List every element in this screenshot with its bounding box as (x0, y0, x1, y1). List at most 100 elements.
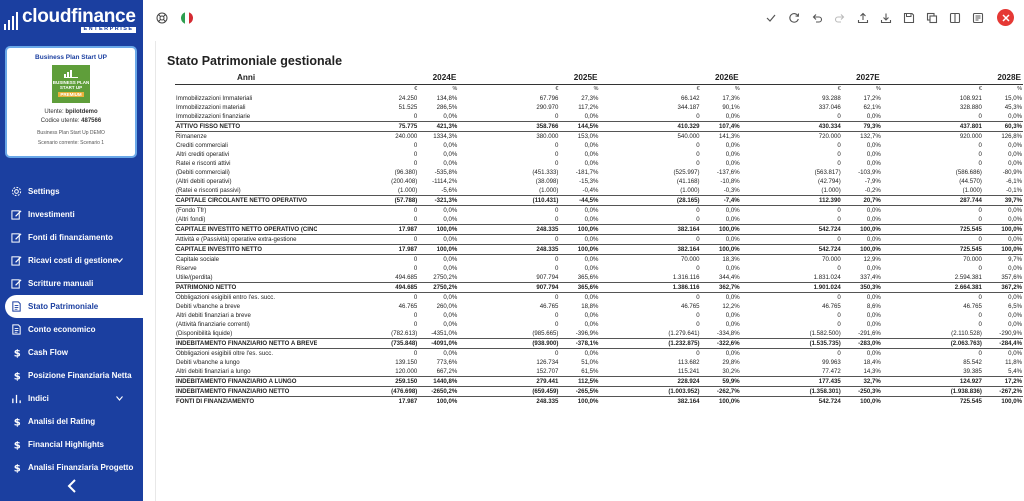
sidebar-item-fonti-di-finanziamento[interactable]: Fonti di finanziamento (0, 226, 143, 249)
upload-button[interactable] (856, 11, 870, 25)
confirm-button[interactable] (764, 11, 778, 25)
sidebar-item-indici[interactable]: Indici (0, 387, 143, 410)
value-cell: 1.316.116 (672, 274, 700, 281)
logo-subtitle: ENTERPRISE (81, 26, 136, 33)
value-cell: 0 (413, 151, 418, 158)
sidebar-item-conto-economico[interactable]: Conto economico (0, 318, 143, 341)
value-cell: 2.594.381 (954, 274, 982, 281)
value-cell: (57.788) (317, 195, 419, 206)
value-cell: 0 (555, 321, 559, 328)
table-row: Debiti v/banche a lungo 139.150 773,6% 126.… (175, 358, 1023, 367)
value-cell: 0 (413, 321, 418, 328)
percent-cell: 1440,8% (418, 376, 459, 387)
row-label: PATRIMONIO NETTO (175, 282, 318, 293)
percent-cell: 117,2% (578, 104, 599, 111)
sidebar-item-investimenti[interactable]: Investimenti (0, 203, 143, 226)
percent-cell: 30,2% (722, 368, 740, 375)
value-cell: 24.250 (398, 95, 418, 102)
collapse-sidebar-button[interactable] (0, 471, 143, 501)
redo-button[interactable] (833, 11, 847, 25)
table-row: Immobilizzazioni materiali 51.525 286,5% 29… (175, 103, 1023, 112)
percent-cell: 260,0% (436, 303, 458, 310)
value-cell: 337.046 (818, 104, 841, 111)
download-icon (880, 13, 892, 23)
percent-cell: 60,3% (982, 121, 1023, 132)
percent-cell: -137,6% (716, 169, 740, 176)
percent-cell: 0,0% (866, 142, 881, 149)
value-cell: 124.927 (881, 376, 983, 387)
percent-cell: 0,0% (725, 142, 740, 149)
table-row: Crediti commerciali 0 0,0% 0 0,0% 0 0,0% 0 0,0% 0… (175, 141, 1023, 150)
percent-cell: 141,3% (700, 131, 741, 141)
sidebar-item-settings[interactable]: Settings (0, 180, 143, 203)
percent-cell: 0,0% (559, 205, 600, 215)
edit-icon (10, 209, 22, 221)
table-body: Immobilizzazioni Immateriali 24.250 134,8%… (175, 94, 1023, 406)
percent-cell: 0,0% (866, 265, 881, 272)
percent-cell: 0,0% (1008, 113, 1022, 120)
sidebar-item-analisi-del-rating[interactable]: $ Analisi del Rating (0, 410, 143, 433)
sidebar-menu: Settings Investimenti Fonti di finanziamen… (0, 180, 143, 479)
value-cell: 0 (555, 265, 559, 272)
value-cell: 0 (413, 113, 418, 120)
percent-cell: 0,0% (841, 348, 882, 358)
percent-cell: -378,1% (559, 338, 600, 349)
row-label: Riserve (176, 265, 197, 272)
sidebar-item-posizione-finanziaria-netta[interactable]: $ Posizione Finanziaria Netta (0, 364, 143, 387)
percent-cell: 14,3% (863, 368, 881, 375)
download-button[interactable] (879, 11, 893, 25)
value-cell: 0 (317, 348, 419, 358)
report-button[interactable] (971, 11, 985, 25)
sidebar-item-label: Fonti di finanziamento (28, 233, 113, 242)
percent-cell: 18,3% (700, 254, 741, 264)
value-cell: 46.765 (539, 303, 559, 310)
row-label: INDEBITAMENTO FINANZIARIO A LUNGO (175, 376, 318, 387)
value-cell: 93.288 (822, 95, 841, 102)
percent-cell: -0,3% (723, 187, 740, 194)
value-cell: 540.000 (599, 131, 701, 141)
support-button[interactable] (155, 11, 169, 25)
app-root: cloudfinance ENTERPRISE Business Plan St… (0, 0, 1024, 501)
copy-button[interactable] (925, 11, 939, 25)
value-cell: 0 (458, 348, 560, 358)
user-label: Utente: (44, 109, 64, 115)
user-code: Codice utente: 487566 (7, 118, 135, 124)
row-label: Altri debiti finanziari a breve (176, 312, 251, 319)
save-button[interactable] (902, 11, 916, 25)
row-label: INDEBITAMENTO FINANZIARIO NETTO A BREVE (175, 338, 318, 349)
copy-icon (926, 12, 938, 23)
edit-icon (10, 232, 22, 244)
sidebar-item-cash-flow[interactable]: $ Cash Flow (0, 341, 143, 364)
split-view-button[interactable] (948, 11, 962, 25)
row-label: Ratei e risconti attivi (176, 160, 231, 167)
value-cell: (659.459) (458, 386, 560, 397)
row-label: (Altri debiti operativi) (176, 178, 232, 185)
percent-cell: 100,0% (418, 224, 459, 235)
percent-cell: -7,4% (700, 195, 741, 206)
logo[interactable]: cloudfinance ENTERPRISE (4, 6, 140, 34)
percent-cell: 15,0% (1004, 95, 1022, 102)
table-row: (Attività finanziarie correnti) 0 0,0% 0 0,0… (175, 320, 1023, 329)
sidebar-item-label: Ricavi costi di gestione (28, 256, 117, 265)
close-button[interactable] (997, 9, 1014, 26)
sidebar-item-stato-patrimoniale[interactable]: Stato Patrimoniale (5, 295, 143, 318)
percent-cell: 0,0% (418, 292, 459, 302)
percent-cell: 0,0% (559, 348, 600, 358)
value-cell: 382.164 (599, 224, 701, 235)
value-cell: 248.335 (458, 244, 560, 255)
percent-cell: 61,5% (581, 368, 599, 375)
value-cell: 2.664.381 (881, 282, 983, 293)
percent-cell: 0,0% (443, 265, 458, 272)
sidebar-item-ricavi-costi-di-gestione[interactable]: Ricavi costi di gestione (0, 249, 143, 272)
percent-cell: 0,0% (584, 113, 599, 120)
italian-flag-icon[interactable] (181, 12, 193, 24)
percent-cell: 12,2% (722, 303, 740, 310)
percent-cell: 29,8% (722, 359, 740, 366)
refresh-button[interactable] (787, 11, 801, 25)
undo-button[interactable] (810, 11, 824, 25)
percent-cell: 8,6% (866, 303, 881, 310)
percent-cell: -334,8% (716, 330, 740, 337)
sidebar-item-financial-highlights[interactable]: $ Financial Highlights (0, 433, 143, 456)
table-row: (Disponibilità liquide) (782.613) -4351,0%… (175, 329, 1023, 339)
sidebar-item-scritture-manuali[interactable]: Scritture manuali (0, 272, 143, 295)
